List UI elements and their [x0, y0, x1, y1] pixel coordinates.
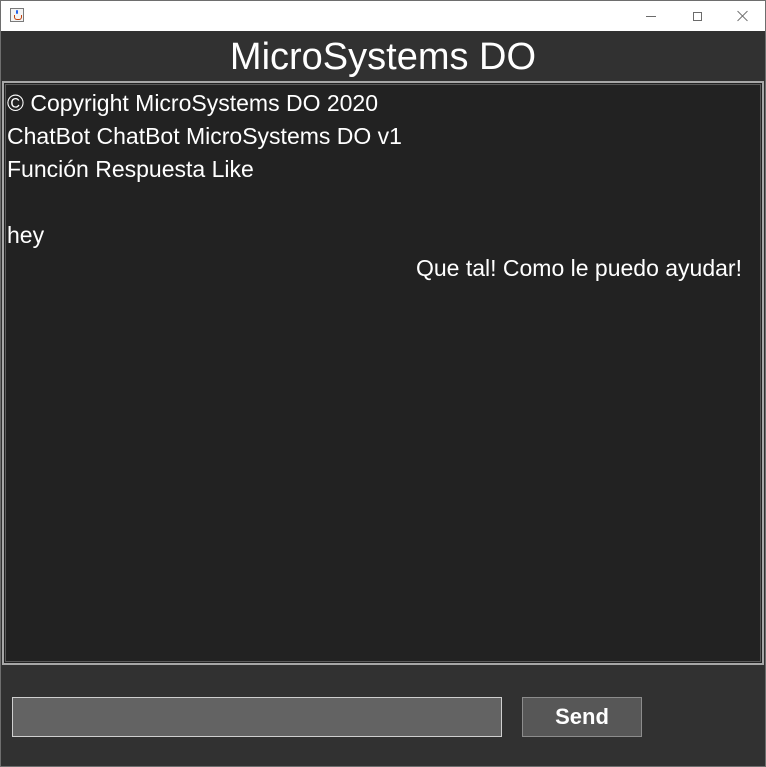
title-bar[interactable]: [1, 1, 765, 31]
minimize-icon: [646, 15, 656, 17]
chat-message: ChatBot ChatBot MicroSystems DO v1: [7, 123, 402, 149]
chat-message: © Copyright MicroSystems DO 2020: [7, 90, 379, 116]
minimize-button[interactable]: [628, 1, 674, 31]
maximize-icon: [692, 11, 702, 21]
close-button[interactable]: [720, 1, 765, 31]
message-input[interactable]: [12, 697, 502, 737]
java-cup-icon: [10, 8, 24, 22]
user-message: hey: [7, 222, 45, 248]
send-button[interactable]: Send: [522, 697, 642, 737]
app-title: MicroSystems DO: [229, 36, 537, 78]
chat-message: Función Respuesta Like: [7, 156, 254, 182]
close-icon: [737, 10, 749, 22]
maximize-button[interactable]: [674, 1, 720, 31]
chat-history[interactable]: © Copyright MicroSystems DO 2020 ChatBot…: [2, 81, 764, 665]
bot-message: Que tal! Como le puedo ayudar!: [415, 255, 742, 281]
app-window: MicroSystems DO © Copyright MicroSystems…: [0, 0, 766, 767]
